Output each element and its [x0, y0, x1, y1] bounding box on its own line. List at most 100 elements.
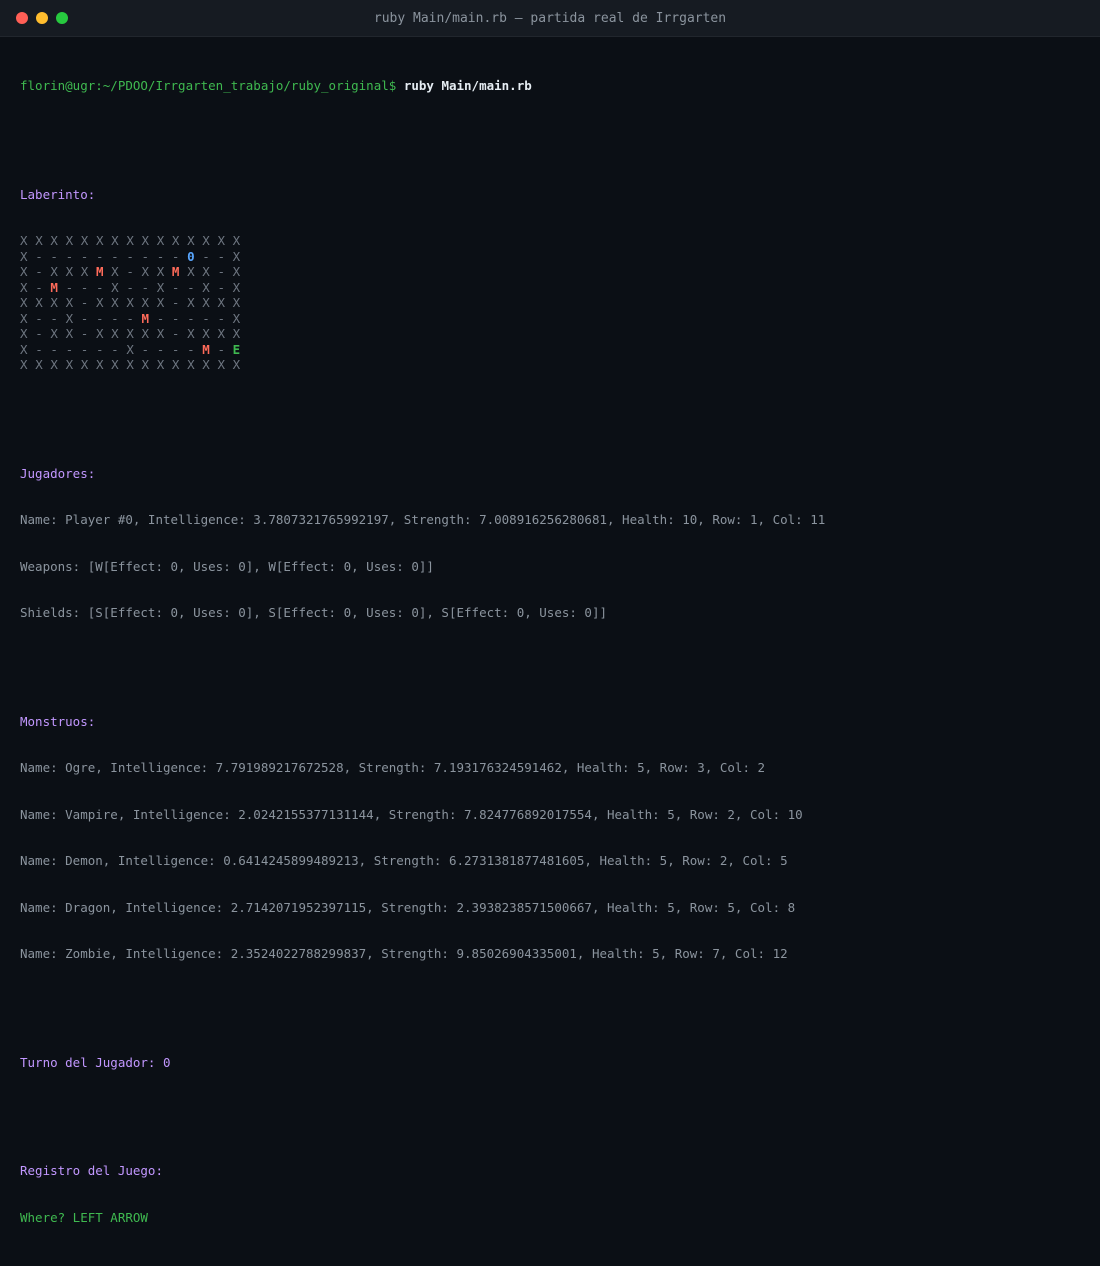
prompt-path: florin@ugr:~/PDOO/Irrgarten_trabajo/ruby… — [20, 78, 397, 93]
wall-cell: X — [111, 295, 119, 310]
empty-cell: - — [80, 326, 89, 341]
monster-line: Name: Dragon, Intelligence: 2.7142071952… — [20, 899, 796, 915]
wall-cell: X — [171, 233, 180, 248]
wall-cell: X — [141, 295, 150, 310]
wall-cell: X — [232, 357, 241, 372]
wall-cell: X — [95, 326, 104, 341]
wall-cell: X — [156, 279, 165, 295]
wall-cell: X — [65, 233, 74, 248]
wall-cell: X — [20, 310, 28, 326]
empty-cell: - — [171, 279, 180, 295]
empty-cell: - — [217, 248, 225, 264]
wall-cell: X — [232, 310, 241, 326]
wall-cell: X — [217, 357, 225, 372]
player-line: Name: Player #0, Intelligence: 3.7807321… — [20, 512, 826, 527]
labyrinth-row: XXXXXXXXXXXXXXX — [20, 357, 1080, 373]
wall-cell: X — [126, 295, 134, 310]
wall-cell: X — [202, 279, 210, 295]
empty-cell: - — [187, 279, 195, 295]
empty-cell: - — [202, 310, 210, 326]
empty-cell: - — [141, 248, 150, 264]
wall-cell: X — [65, 264, 74, 279]
wall-cell: X — [232, 248, 241, 264]
wall-cell: X — [20, 279, 28, 295]
wall-cell: X — [141, 264, 150, 279]
wall-cell: X — [232, 295, 241, 310]
wall-cell: X — [50, 233, 58, 248]
wall-cell: X — [65, 326, 74, 341]
turn-indicator: Turno del Jugador: 0 — [20, 1054, 171, 1070]
maximize-window-button[interactable] — [56, 12, 68, 24]
wall-cell: X — [95, 233, 104, 248]
empty-cell: - — [111, 248, 119, 264]
minimize-window-button[interactable] — [36, 12, 48, 24]
empty-cell: - — [126, 248, 134, 264]
wall-cell: X — [232, 233, 241, 248]
empty-cell: - — [50, 248, 58, 264]
labyrinth-heading: Laberinto: — [20, 186, 96, 202]
empty-cell: - — [156, 248, 165, 264]
wall-cell: X — [156, 295, 165, 310]
empty-cell: - — [171, 326, 180, 341]
empty-cell: - — [80, 295, 89, 310]
empty-cell: - — [95, 310, 104, 326]
command-text: ruby Main/main.rb — [403, 78, 532, 93]
empty-cell: - — [111, 341, 119, 357]
empty-cell: - — [50, 341, 58, 357]
wall-cell: X — [187, 264, 195, 279]
monster-line: Name: Zombie, Intelligence: 2.3524022788… — [20, 946, 788, 961]
wall-cell: X — [126, 341, 134, 357]
wall-cell: X — [232, 279, 241, 295]
close-window-button[interactable] — [16, 12, 28, 24]
empty-cell: - — [126, 279, 134, 295]
wall-cell: X — [141, 326, 150, 341]
wall-cell: X — [141, 233, 150, 248]
wall-cell: X — [20, 248, 28, 264]
wall-cell: X — [65, 310, 74, 326]
empty-cell: - — [65, 248, 74, 264]
wall-cell: X — [20, 326, 28, 341]
wall-cell: X — [156, 357, 165, 372]
title-bar: ruby Main/main.rb — partida real de Irrg… — [0, 0, 1100, 37]
empty-cell: - — [217, 279, 225, 295]
wall-cell: X — [50, 264, 58, 279]
empty-cell: - — [35, 326, 43, 341]
wall-cell: X — [35, 233, 43, 248]
empty-cell: - — [35, 279, 43, 295]
empty-cell: - — [171, 295, 180, 310]
wall-cell: X — [141, 357, 150, 372]
wall-cell: X — [126, 326, 134, 341]
wall-cell: X — [217, 295, 225, 310]
empty-cell: - — [171, 310, 180, 326]
monster-line: Name: Ogre, Intelligence: 7.791989217672… — [20, 760, 766, 775]
terminal-window: ruby Main/main.rb — partida real de Irrg… — [0, 0, 1100, 1225]
empty-cell: - — [35, 264, 43, 279]
wall-cell: X — [111, 357, 119, 372]
empty-cell: - — [217, 341, 225, 357]
empty-cell: - — [202, 248, 210, 264]
wall-cell: X — [65, 295, 74, 310]
labyrinth-row: X-XX-XXXXX-XXXX — [20, 326, 1080, 342]
wall-cell: X — [232, 326, 241, 341]
wall-cell: X — [156, 264, 165, 279]
empty-cell: - — [95, 341, 104, 357]
wall-cell: X — [35, 357, 43, 372]
monster-cell: M — [171, 264, 180, 279]
wall-cell: X — [187, 326, 195, 341]
wall-cell: X — [95, 357, 104, 372]
wall-cell: X — [65, 357, 74, 372]
wall-cell: X — [202, 233, 210, 248]
empty-cell: - — [217, 264, 225, 279]
wall-cell: X — [126, 357, 134, 372]
empty-cell: - — [65, 341, 74, 357]
wall-cell: X — [111, 264, 119, 279]
monster-line: Name: Demon, Intelligence: 0.64142458994… — [20, 853, 788, 868]
wall-cell: X — [187, 295, 195, 310]
command-line: florin@ugr:~/PDOO/Irrgarten_trabajo/ruby… — [20, 78, 1080, 94]
terminal-output[interactable]: florin@ugr:~/PDOO/Irrgarten_trabajo/ruby… — [0, 37, 1100, 1266]
wall-cell: X — [20, 341, 28, 357]
labyrinth-grid: XXXXXXXXXXXXXXXX----------0--XX-XXXMX-XX… — [20, 233, 1080, 373]
monsters-heading: Monstruos: — [20, 713, 96, 729]
wall-cell: X — [80, 264, 89, 279]
monster-line: Name: Vampire, Intelligence: 2.024215537… — [20, 806, 803, 822]
